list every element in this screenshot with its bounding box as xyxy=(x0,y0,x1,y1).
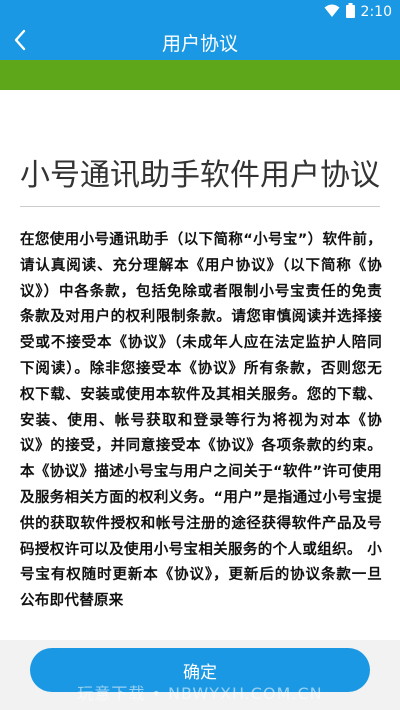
battery-icon xyxy=(345,2,355,22)
app-bar: 用户协议 xyxy=(0,24,400,60)
status-icons: 2:10 xyxy=(324,0,392,24)
agreement-body: 在您使用小号通讯助手（以下简称“小号宝”）软件前，请认真阅读、充分理解本《用户协… xyxy=(20,232,382,610)
status-time: 2:10 xyxy=(360,4,392,20)
page-title: 用户协议 xyxy=(161,32,238,55)
agreement-title: 小号通讯助手软件用户协议 xyxy=(20,158,380,193)
status-bar: 2:10 xyxy=(0,0,400,24)
confirm-button[interactable]: 确定 xyxy=(30,648,370,692)
wifi-icon xyxy=(324,3,340,22)
agreement-scroll-area[interactable]: 小号通讯助手软件用户协议 在您使用小号通讯助手（以下简称“小号宝”）软件前，请认… xyxy=(0,90,400,650)
header-banner xyxy=(0,60,400,90)
bottom-bar: 确定 玩意下载 • NBWYXH.COM.CN xyxy=(0,640,400,710)
title-divider xyxy=(20,206,380,207)
